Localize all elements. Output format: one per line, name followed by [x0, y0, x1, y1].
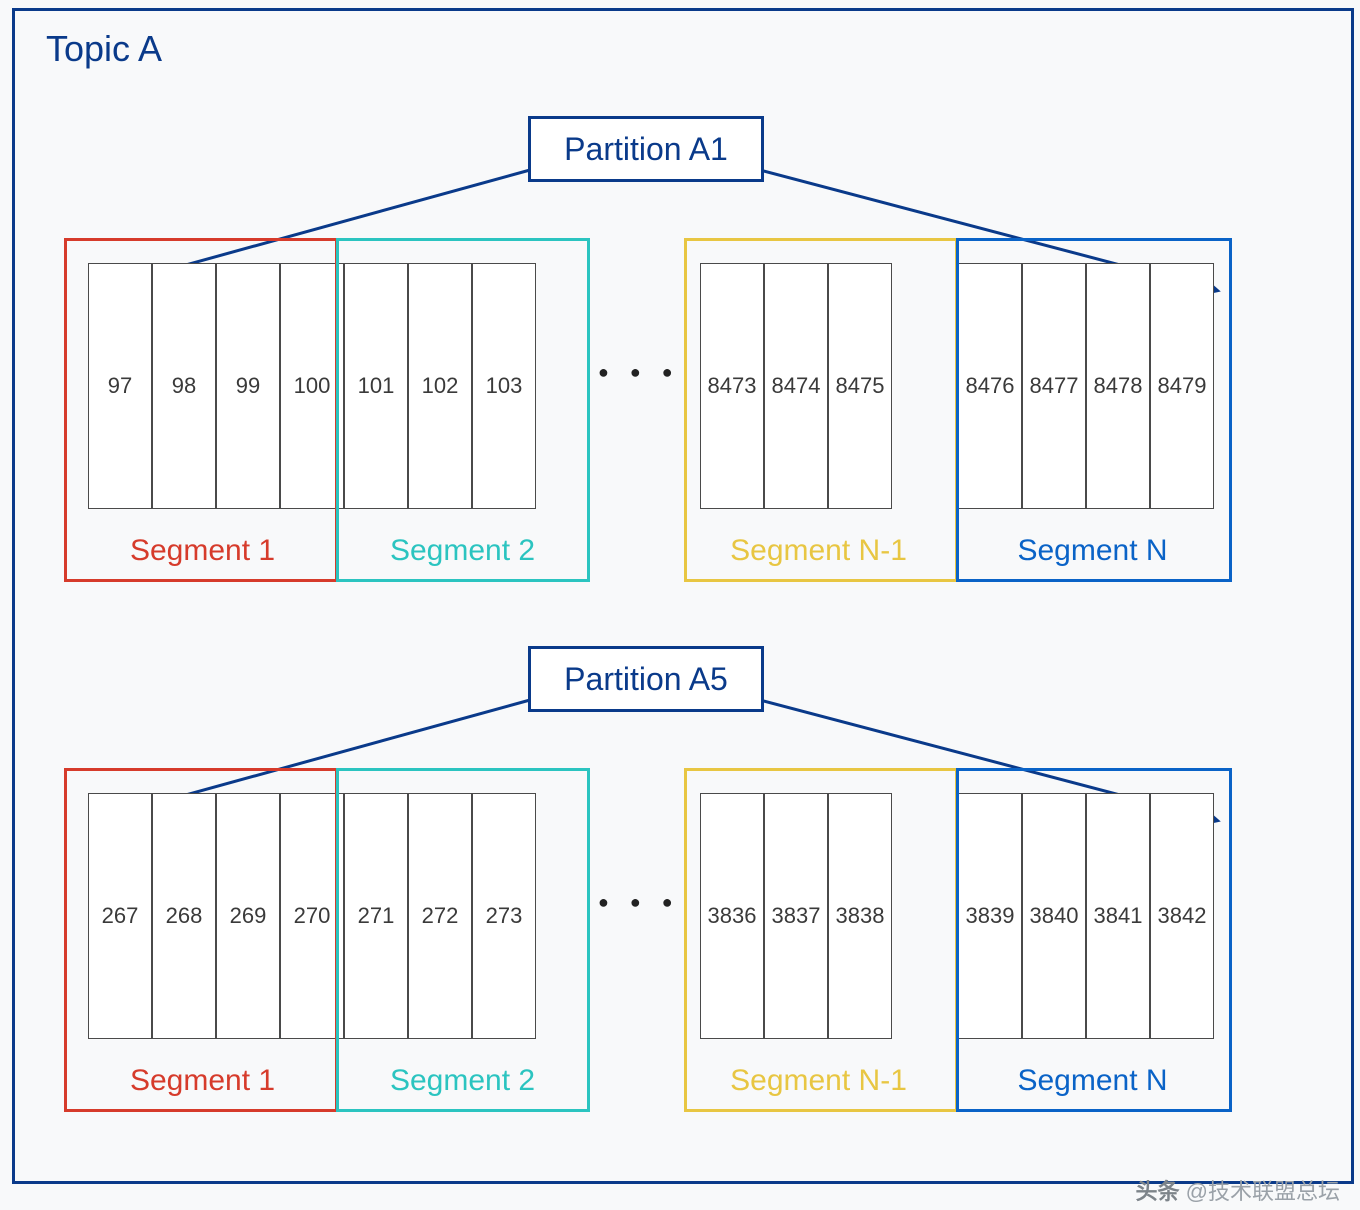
p2-seg1-label: Segment 1: [80, 1064, 325, 1098]
partition-a1-box: Partition A1: [528, 116, 764, 182]
partition-a5-box: Partition A5: [528, 646, 764, 712]
diagram-stage: Topic A Partition A1 97 98 99 100 101 10…: [0, 0, 1360, 1210]
p2-seg1-rect: [64, 768, 338, 1112]
partition-a1-label: Partition A1: [564, 131, 728, 168]
partition-a5-label: Partition A5: [564, 661, 728, 698]
p1-seg2-label: Segment 2: [340, 534, 585, 568]
p1-seg3-rect: [684, 238, 958, 582]
topic-title: Topic A: [46, 28, 162, 70]
watermark: 头条 @技术联盟总坛: [1136, 1174, 1340, 1206]
p2-ellipsis: ● ● ●: [598, 892, 681, 913]
watermark-handle: @技术联盟总坛: [1186, 1179, 1340, 1204]
p1-seg4-label: Segment N: [970, 534, 1215, 568]
watermark-prefix: 头条: [1136, 1179, 1180, 1204]
p1-seg1-label: Segment 1: [80, 534, 325, 568]
p2-seg2-rect: [336, 768, 590, 1112]
p2-seg3-label: Segment N-1: [696, 1064, 941, 1098]
p1-seg4-rect: [956, 238, 1232, 582]
p1-seg2-rect: [336, 238, 590, 582]
p2-seg2-label: Segment 2: [340, 1064, 585, 1098]
p1-seg3-label: Segment N-1: [696, 534, 941, 568]
p2-seg3-rect: [684, 768, 958, 1112]
p2-seg4-rect: [956, 768, 1232, 1112]
p1-seg1-rect: [64, 238, 338, 582]
p2-seg4-label: Segment N: [970, 1064, 1215, 1098]
p1-ellipsis: ● ● ●: [598, 362, 681, 383]
